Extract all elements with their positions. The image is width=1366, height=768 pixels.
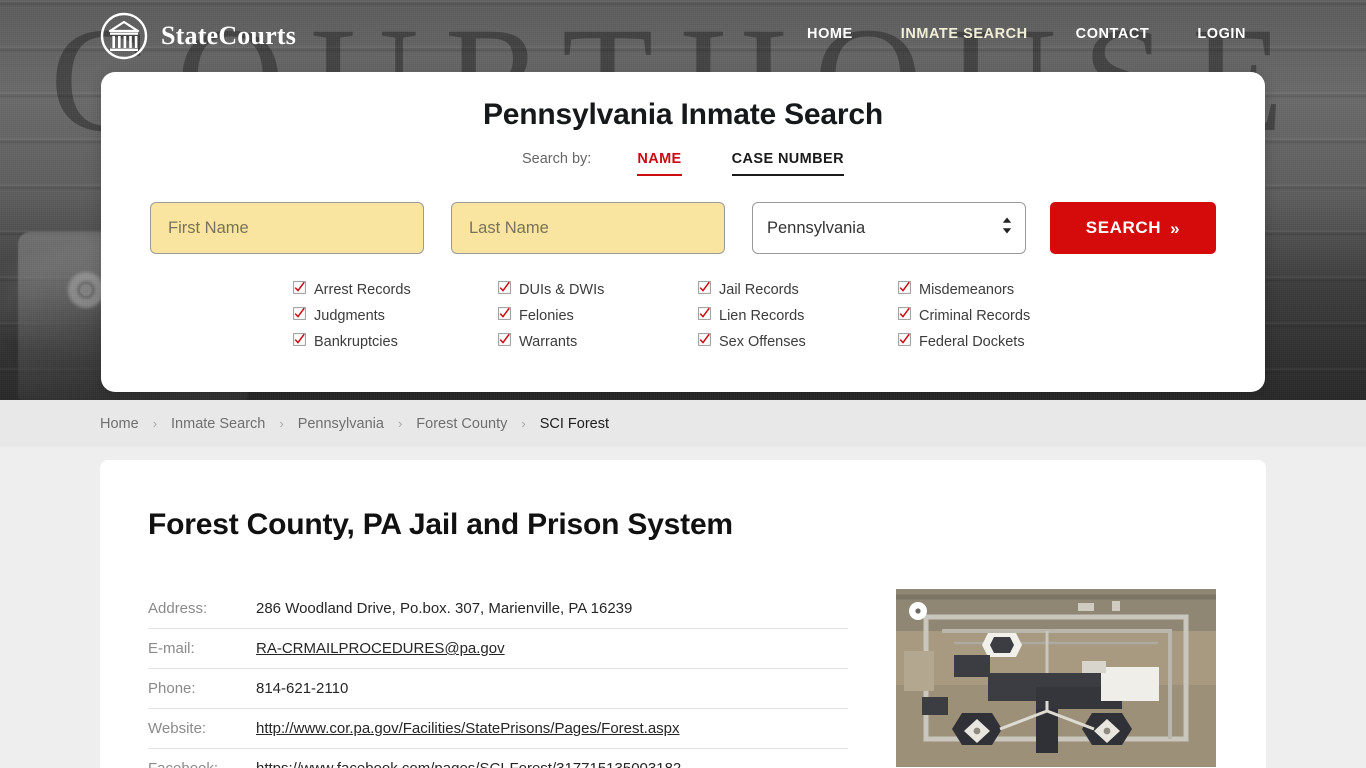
checked-box-icon — [698, 281, 711, 298]
checked-box-icon — [293, 307, 306, 324]
checked-box-icon — [498, 333, 511, 350]
search-fields-row: Pennsylvania SEARCH » — [101, 202, 1265, 254]
checkbox-label: Federal Dockets — [919, 333, 1025, 350]
breadcrumb: Home › Inmate Search › Pennsylvania › Fo… — [0, 400, 1366, 447]
facility-detail-table: Address: 286 Woodland Drive, Po.box. 307… — [148, 589, 848, 768]
tab-search-by-case-number[interactable]: CASE NUMBER — [731, 151, 844, 176]
inmate-search-panel: Pennsylvania Inmate Search Search by: NA… — [101, 72, 1265, 392]
detail-value-facebook: https://www.facebook.com/pages/SCI-Fores… — [256, 749, 848, 768]
checked-box-icon — [898, 307, 911, 324]
checkbox-label: Warrants — [519, 333, 578, 350]
table-row: Website: http://www.cor.pa.gov/Facilitie… — [148, 709, 848, 749]
detail-label: Address: — [148, 600, 208, 617]
search-button[interactable]: SEARCH » — [1050, 202, 1216, 254]
breadcrumb-item-inmate-search[interactable]: Inmate Search — [171, 416, 265, 432]
table-row: Facebook: https://www.facebook.com/pages… — [148, 749, 848, 768]
checkbox-label: Lien Records — [719, 307, 805, 324]
search-panel-title: Pennsylvania Inmate Search — [483, 98, 883, 131]
checkbox-label: Criminal Records — [919, 307, 1031, 324]
facebook-link[interactable]: https://www.facebook.com/pages/SCI-Fores… — [256, 760, 681, 768]
checkbox-warrants[interactable]: Warrants — [498, 333, 698, 350]
checkbox-label: DUIs & DWIs — [519, 281, 605, 298]
breadcrumb-separator-icon: › — [152, 416, 158, 431]
detail-label: E-mail: — [148, 640, 195, 657]
courthouse-circle-icon — [100, 12, 148, 60]
search-button-label: SEARCH — [1085, 218, 1162, 237]
checkbox-label: Misdemeanors — [919, 281, 1015, 298]
nav-item-home[interactable]: HOME — [783, 26, 877, 42]
email-link[interactable]: RA-CRMAILPROCEDURES@pa.gov — [256, 640, 505, 657]
breadcrumb-separator-icon: › — [279, 416, 284, 431]
brand-logo[interactable]: StateCourts — [100, 12, 296, 60]
search-by-row: Search by: NAME CASE NUMBER — [101, 151, 1265, 176]
detail-label: Phone: — [148, 680, 196, 697]
facility-detail-wrap: Address: 286 Woodland Drive, Po.box. 307… — [100, 542, 1266, 768]
checkbox-jail-records[interactable]: Jail Records — [698, 281, 898, 298]
detail-value-phone: 814-621-2110 — [256, 680, 349, 697]
record-type-checkbox-grid: Arrest Records DUIs & DWIs Jail Records … — [293, 281, 1073, 350]
top-bar: StateCourts HOME INMATE SEARCH CONTACT L… — [0, 0, 1366, 72]
checkbox-label: Felonies — [519, 307, 574, 324]
checkbox-label: Judgments — [314, 307, 385, 324]
checkbox-label: Jail Records — [719, 281, 799, 298]
tab-search-by-name[interactable]: NAME — [637, 151, 682, 176]
checked-box-icon — [293, 333, 306, 350]
checked-box-icon — [698, 333, 711, 350]
checkbox-federal-dockets[interactable]: Federal Dockets — [898, 333, 1073, 350]
detail-value-website: http://www.cor.pa.gov/Facilities/StatePr… — [256, 709, 848, 749]
checkbox-felonies[interactable]: Felonies — [498, 307, 698, 324]
facility-detail-card: Forest County, PA Jail and Prison System… — [100, 460, 1266, 768]
checkbox-misdemeanors[interactable]: Misdemeanors — [898, 281, 1073, 298]
breadcrumb-item-sci-forest: SCI Forest — [539, 415, 609, 432]
nav-item-inmate-search[interactable]: INMATE SEARCH — [877, 26, 1052, 42]
checkbox-bankruptcies[interactable]: Bankruptcies — [293, 333, 498, 350]
checkbox-judgments[interactable]: Judgments — [293, 307, 498, 324]
detail-label: Facebook: — [148, 749, 256, 768]
last-name-input[interactable] — [451, 202, 725, 254]
checkbox-label: Bankruptcies — [314, 333, 398, 350]
satellite-map-thumbnail[interactable] — [896, 589, 1216, 767]
checked-box-icon — [293, 281, 306, 298]
table-row: Phone: 814-621-2110 — [148, 669, 848, 709]
checkbox-sex-offenses[interactable]: Sex Offenses — [698, 333, 898, 350]
search-by-label: Search by: — [522, 151, 592, 167]
checked-box-icon — [498, 281, 511, 298]
detail-label: Website: — [148, 720, 207, 737]
breadcrumb-item-forest-county[interactable]: Forest County — [416, 416, 507, 432]
double-chevron-right-icon: » — [1170, 218, 1181, 238]
checkbox-criminal-records[interactable]: Criminal Records — [898, 307, 1073, 324]
detail-value-email: RA-CRMAILPROCEDURES@pa.gov — [256, 629, 848, 669]
state-select-wrapper: Pennsylvania — [752, 202, 1026, 254]
table-row: Address: 286 Woodland Drive, Po.box. 307… — [148, 589, 848, 629]
checked-box-icon — [498, 307, 511, 324]
breadcrumb-separator-icon: › — [397, 416, 403, 431]
main-navigation: HOME INMATE SEARCH CONTACT LOGIN — [783, 26, 1270, 42]
state-select[interactable]: Pennsylvania — [752, 202, 1026, 254]
checkbox-duis-dwis[interactable]: DUIs & DWIs — [498, 281, 698, 298]
detail-value-address: 286 Woodland Drive, Po.box. 307, Marienv… — [256, 600, 633, 617]
checked-box-icon — [698, 307, 711, 324]
breadcrumb-item-pennsylvania[interactable]: Pennsylvania — [298, 416, 384, 432]
breadcrumb-separator-icon: › — [521, 416, 526, 431]
table-row: E-mail: RA-CRMAILPROCEDURES@pa.gov — [148, 629, 848, 669]
nav-item-login[interactable]: LOGIN — [1173, 26, 1270, 42]
checked-box-icon — [898, 281, 911, 298]
checkbox-label: Arrest Records — [314, 281, 411, 298]
checkbox-arrest-records[interactable]: Arrest Records — [293, 281, 498, 298]
breadcrumb-item-home[interactable]: Home — [100, 416, 139, 432]
brand-name: StateCourts — [161, 21, 297, 50]
checkbox-label: Sex Offenses — [719, 333, 806, 350]
checkbox-lien-records[interactable]: Lien Records — [698, 307, 898, 324]
hero-banner: COURTHOUSE StateCourts HOME — [0, 0, 1366, 400]
checked-box-icon — [898, 333, 911, 350]
website-link[interactable]: http://www.cor.pa.gov/Facilities/StatePr… — [256, 720, 680, 737]
nav-item-contact[interactable]: CONTACT — [1052, 26, 1174, 42]
first-name-input[interactable] — [150, 202, 424, 254]
page-title: Forest County, PA Jail and Prison System — [148, 508, 733, 541]
